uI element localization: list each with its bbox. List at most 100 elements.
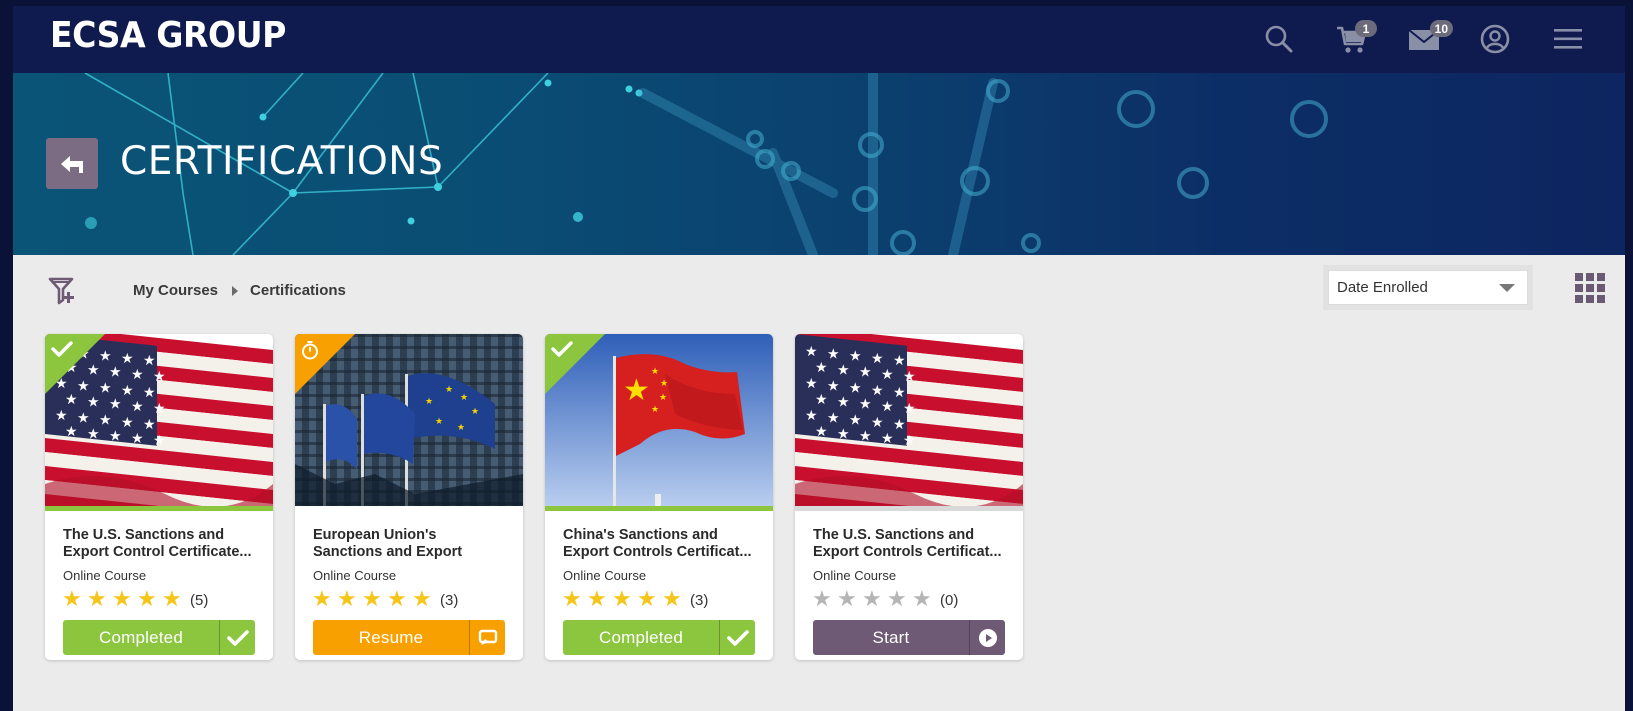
check-icon	[51, 341, 73, 357]
svg-text:★: ★	[893, 353, 906, 369]
star-icon: ★	[362, 587, 382, 612]
svg-text:★: ★	[815, 424, 828, 440]
hamburger-menu-icon[interactable]	[1549, 20, 1587, 58]
star-icon: ★	[112, 587, 132, 612]
app-frame: ECSA GROUP 1 10 CERTIFICATIONS My Course…	[13, 6, 1625, 711]
svg-text:★: ★	[881, 431, 894, 447]
svg-text:★: ★	[660, 379, 668, 389]
course-type: Online Course	[563, 568, 647, 583]
course-title[interactable]: China's Sanctions and Export Controls Ce…	[563, 527, 758, 561]
svg-text:★: ★	[109, 397, 122, 413]
course-card[interactable]: ★ ★ ★ ★ ★ China's Sanctions and Export Contro…	[545, 334, 773, 660]
svg-text:★: ★	[425, 397, 433, 407]
svg-text:★: ★	[881, 399, 894, 415]
svg-text:★: ★	[153, 401, 166, 417]
svg-text:★: ★	[827, 346, 840, 362]
sort-dropdown[interactable]: Date Enrolled	[1328, 270, 1528, 305]
star-rating: ★ ★ ★ ★ ★ (3)	[312, 589, 458, 611]
course-title[interactable]: The U.S. Sanctions and Export Control Ce…	[63, 527, 258, 561]
svg-text:★: ★	[121, 415, 134, 431]
svg-text:★: ★	[881, 367, 894, 383]
star-rating: ★ ★ ★ ★ ★ (5)	[62, 589, 208, 611]
star-icon: ★	[562, 587, 582, 612]
svg-text:★: ★	[837, 394, 850, 410]
svg-text:★: ★	[143, 385, 156, 401]
star-icon: ★	[387, 587, 407, 612]
course-thumbnail[interactable]: ★ ★ ★ ★ ★ ★ ★ ★ ★ ★ ★ ★ ★ ★ ★ ★ ★ ★ ★ ★ ★ ★ ★ ★ ★ ★ ★ ★ ★ ★	[795, 334, 1023, 506]
course-card[interactable]: ★ ★ ★ ★ ★ ★ European Union's Sanctions and Exp…	[295, 334, 523, 660]
svg-text:★: ★	[55, 408, 68, 424]
cart-button[interactable]: 1	[1333, 20, 1377, 58]
course-action-button[interactable]: Start	[813, 620, 1005, 655]
messages-count-badge: 10	[1429, 20, 1453, 37]
svg-text:★: ★	[87, 394, 100, 410]
svg-text:★: ★	[153, 369, 166, 385]
search-icon[interactable]	[1260, 20, 1298, 58]
svg-text:★: ★	[849, 413, 862, 429]
play-circle-icon	[969, 620, 1005, 655]
check-icon	[219, 620, 255, 655]
progress-bar	[295, 506, 523, 511]
star-icon: ★	[412, 587, 432, 612]
svg-text:★: ★	[805, 376, 818, 392]
course-type: Online Course	[313, 568, 397, 583]
svg-text:★: ★	[121, 383, 134, 399]
star-icon: ★	[312, 587, 332, 612]
svg-text:★: ★	[859, 429, 872, 445]
back-arrow-icon	[61, 155, 83, 173]
svg-text:★: ★	[805, 408, 818, 424]
grid-view-icon[interactable]	[1575, 273, 1605, 303]
svg-text:★: ★	[859, 397, 872, 413]
svg-text:★: ★	[859, 365, 872, 381]
svg-text:★: ★	[871, 415, 884, 431]
user-circle-icon	[1480, 24, 1510, 54]
rating-count: (3)	[690, 591, 709, 609]
breadcrumb-my-courses-link[interactable]: My Courses	[133, 282, 218, 299]
progress-bar	[545, 506, 773, 511]
top-navigation-bar: ECSA GROUP 1 10	[13, 6, 1625, 73]
svg-text:★: ★	[131, 431, 144, 447]
svg-text:★: ★	[837, 362, 850, 378]
star-icon: ★	[337, 587, 357, 612]
brand-logo[interactable]: ECSA GROUP	[50, 15, 286, 56]
star-rating: ★ ★ ★ ★ ★ (3)	[562, 589, 708, 611]
course-action-button[interactable]: Resume	[313, 620, 505, 655]
messages-button[interactable]: 10	[1405, 20, 1453, 58]
course-action-button[interactable]: Completed	[63, 620, 255, 655]
course-title[interactable]: European Union's Sanctions and Export Co…	[313, 527, 508, 561]
svg-text:★: ★	[893, 385, 906, 401]
rating-count: (3)	[440, 591, 459, 609]
action-label: Completed	[98, 627, 183, 647]
svg-text:★: ★	[87, 426, 100, 442]
star-icon: ★	[812, 587, 832, 612]
course-action-button[interactable]: Completed	[563, 620, 755, 655]
svg-text:★: ★	[849, 349, 862, 365]
chevron-right-icon	[232, 285, 239, 296]
svg-text:★: ★	[99, 413, 112, 429]
svg-text:★: ★	[65, 424, 78, 440]
course-card[interactable]: ★ ★ ★ ★ ★ ★ ★ ★ ★ ★ ★ ★ ★ ★ ★ ★ ★ ★ ★ ★ ★ ★ ★ ★ ★ ★ ★ ★ ★ ★ The U.S. S…	[45, 334, 273, 660]
star-icon: ★	[837, 587, 857, 612]
svg-text:★: ★	[659, 393, 667, 403]
star-icon: ★	[662, 587, 682, 612]
star-icon: ★	[62, 587, 82, 612]
svg-text:★: ★	[460, 393, 468, 403]
course-type: Online Course	[813, 568, 897, 583]
account-button[interactable]	[1476, 20, 1514, 58]
breadcrumb: My Courses Certifications	[133, 282, 346, 299]
progress-bar	[795, 506, 1023, 511]
star-rating: ★ ★ ★ ★ ★ (0)	[812, 589, 958, 611]
star-icon: ★	[912, 587, 932, 612]
back-button[interactable]	[46, 138, 98, 189]
resume-icon	[469, 620, 505, 655]
course-card[interactable]: ★ ★ ★ ★ ★ ★ ★ ★ ★ ★ ★ ★ ★ ★ ★ ★ ★ ★ ★ ★ ★ ★ ★ ★ ★ ★ ★ ★ ★ ★ The U.S. S…	[795, 334, 1023, 660]
course-title[interactable]: The U.S. Sanctions and Export Controls C…	[813, 527, 1008, 561]
filter-icon[interactable]	[47, 274, 79, 306]
check-icon	[719, 620, 755, 655]
rating-count: (5)	[190, 591, 209, 609]
svg-text:★: ★	[651, 367, 659, 377]
svg-text:★: ★	[445, 385, 453, 395]
star-icon: ★	[637, 587, 657, 612]
svg-text:★: ★	[121, 351, 134, 367]
svg-text:★: ★	[65, 392, 78, 408]
